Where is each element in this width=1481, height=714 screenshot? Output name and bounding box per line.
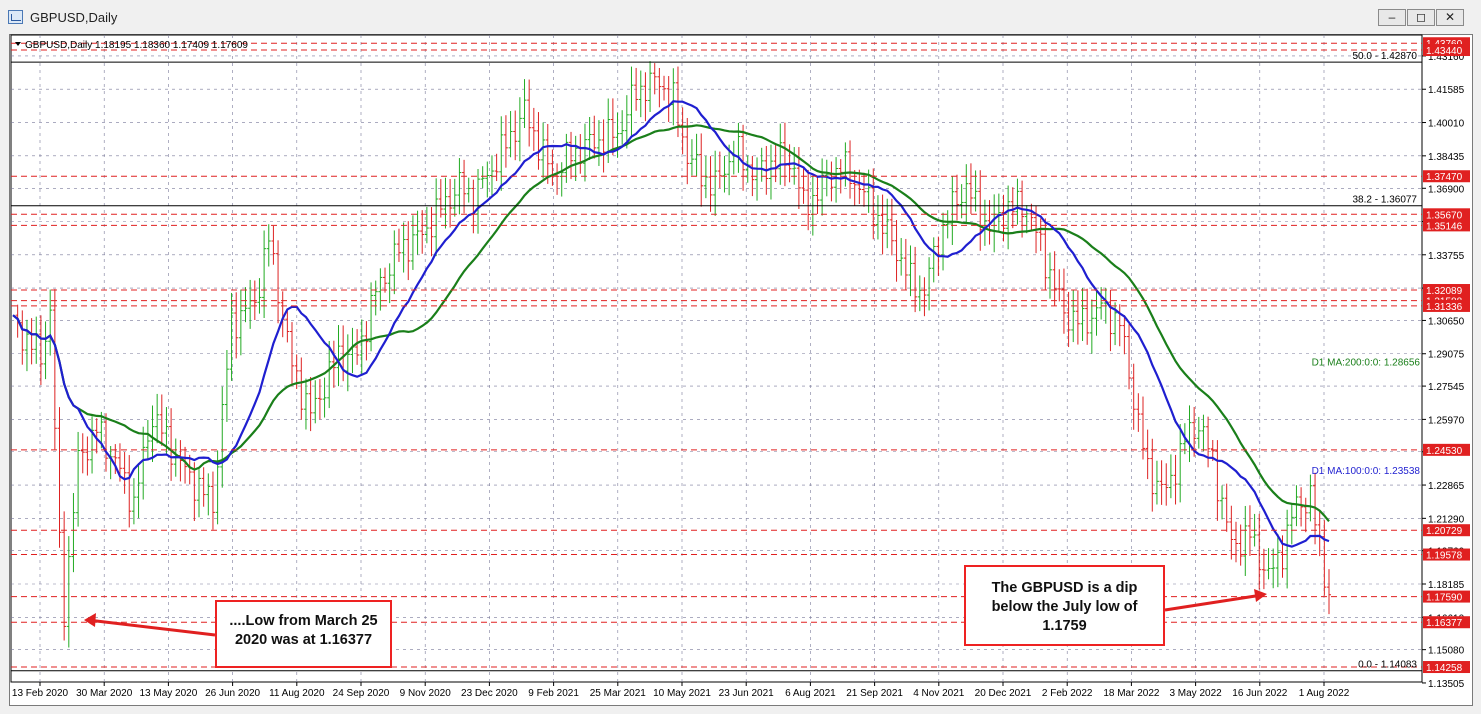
x-tick-label: 23 Dec 2020 (461, 688, 518, 699)
fib-label: 50.0 - 1.42870 (1353, 51, 1418, 62)
x-tick-label: 16 Jun 2022 (1232, 688, 1287, 699)
x-tick-label: 9 Nov 2020 (400, 688, 452, 699)
y-tick-label: 1.15080 (1428, 646, 1465, 657)
y-tick-label: 1.22865 (1428, 481, 1465, 492)
x-tick-label: 11 Aug 2020 (269, 688, 325, 699)
x-tick-label: 3 May 2022 (1169, 688, 1222, 699)
x-tick-label: 25 Mar 2021 (590, 688, 647, 699)
level-label: 1.43440 (1426, 46, 1463, 57)
y-tick-label: 1.33755 (1428, 251, 1465, 262)
fib-label: 38.2 - 1.36077 (1353, 195, 1418, 206)
y-tick-label: 1.21290 (1428, 514, 1465, 525)
y-tick-label: 1.40010 (1428, 119, 1465, 130)
y-tick-label: 1.18185 (1428, 580, 1465, 591)
x-tick-label: 30 Mar 2020 (76, 688, 133, 699)
level-label: 1.37470 (1426, 172, 1463, 183)
ma100-label: D1 MA:100:0:0: 1.23538 (1312, 466, 1421, 477)
y-tick-label: 1.25970 (1428, 415, 1465, 426)
level-label: 1.19578 (1426, 551, 1463, 562)
x-tick-label: 13 Feb 2020 (12, 688, 69, 699)
low-callout-box: ....Low from March 25 2020 was at 1.1637… (215, 600, 392, 668)
fib-label: 0.0 - 1.14083 (1358, 660, 1417, 671)
x-tick-label: 21 Sep 2021 (846, 688, 903, 699)
level-label: 1.24530 (1426, 446, 1463, 457)
x-tick-label: 18 Mar 2022 (1103, 688, 1160, 699)
y-tick-label: 1.41585 (1428, 85, 1465, 96)
x-tick-label: 1 Aug 2022 (1299, 688, 1350, 699)
y-tick-label: 1.29075 (1428, 350, 1465, 361)
y-tick-label: 1.27545 (1428, 382, 1465, 393)
x-tick-label: 6 Aug 2021 (785, 688, 836, 699)
x-tick-label: 24 Sep 2020 (333, 688, 390, 699)
symbol-info: GBPUSD,Daily 1.18195 1.18360 1.17409 1.1… (25, 40, 248, 51)
level-label: 1.35146 (1426, 221, 1463, 232)
x-tick-label: 2 Feb 2022 (1042, 688, 1093, 699)
x-tick-label: 23 Jun 2021 (719, 688, 774, 699)
level-label: 1.31336 (1426, 302, 1463, 313)
x-tick-label: 9 Feb 2021 (528, 688, 579, 699)
low-callout-line-2: 2020 was at 1.16377 (234, 632, 373, 648)
dip-callout-line-2: below the July low of (991, 599, 1138, 615)
level-label: 1.20729 (1426, 526, 1463, 537)
x-tick-label: 26 Jun 2020 (205, 688, 260, 699)
level-label: 1.14258 (1426, 663, 1463, 674)
x-tick-label: 13 May 2020 (139, 688, 197, 699)
level-label: 1.17590 (1426, 593, 1463, 604)
y-tick-label: 1.36900 (1428, 184, 1465, 195)
y-tick-label: 1.13505 (1428, 679, 1465, 690)
dip-callout-line-3: 1.1759 (1042, 618, 1087, 634)
x-tick-label: 20 Dec 2021 (975, 688, 1032, 699)
y-tick-label: 1.38435 (1428, 152, 1465, 163)
x-tick-label: 10 May 2021 (653, 688, 711, 699)
y-tick-label: 1.30650 (1428, 316, 1465, 327)
dip-callout-box: The GBPUSD is a dip below the July low o… (964, 565, 1165, 646)
low-callout-line-1: ....Low from March 25 (229, 613, 378, 629)
ma200-label: D1 MA:200:0:0: 1.28656 (1312, 358, 1421, 369)
level-label: 1.16377 (1426, 618, 1463, 629)
x-tick-label: 4 Nov 2021 (913, 688, 965, 699)
dip-callout-line-1: The GBPUSD is a dip (991, 580, 1138, 596)
